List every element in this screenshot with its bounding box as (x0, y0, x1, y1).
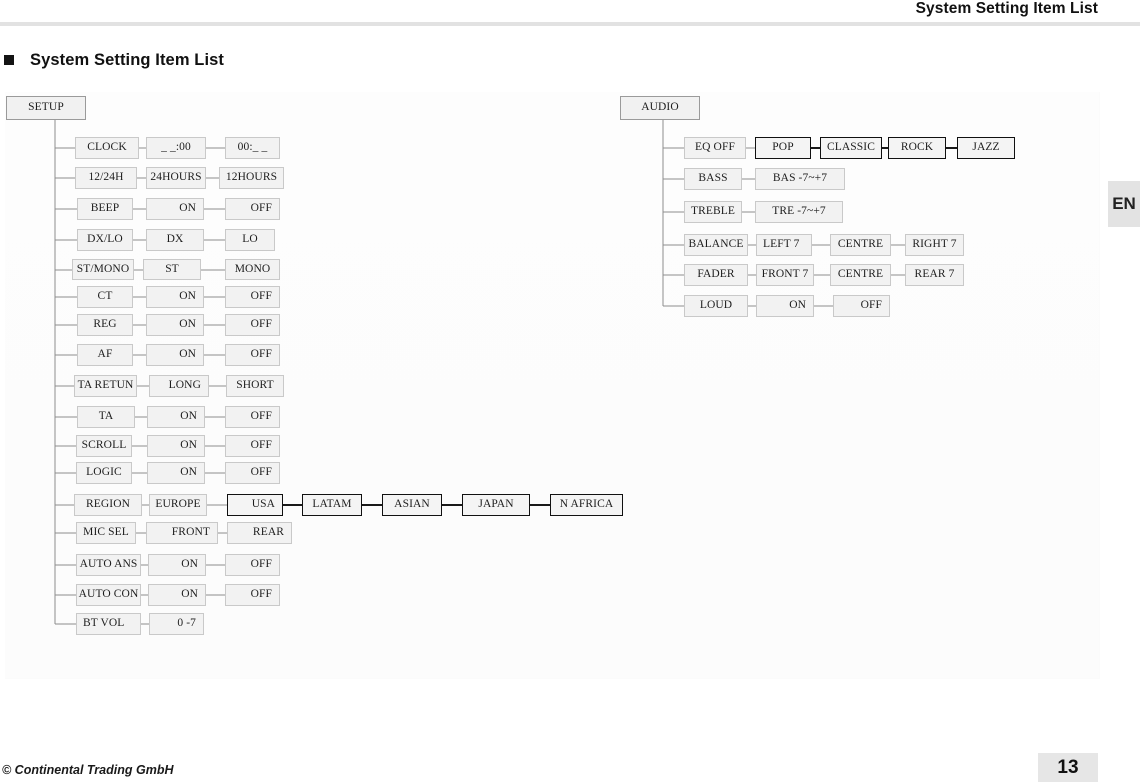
tree-node-japan[interactable]: JAPAN (462, 494, 530, 516)
tree-node-off[interactable]: OFF (225, 314, 280, 336)
tree-node-bas-7-7[interactable]: BAS -7~+7 (755, 168, 845, 190)
tree-node-dx[interactable]: DX (146, 229, 204, 251)
tree-node-centre[interactable]: CENTRE (830, 264, 891, 286)
tree-node-front-7[interactable]: FRONT 7 (756, 264, 814, 286)
tree-node-dx-lo[interactable]: DX/LO (77, 229, 133, 251)
header-divider (0, 22, 1140, 26)
tree-node-bt-vol[interactable]: BT VOL (76, 613, 141, 635)
tree-node-off[interactable]: OFF (833, 295, 890, 317)
page-header-title: System Setting Item List (915, 0, 1098, 17)
footer-copyright: © Continental Trading GmbH (2, 763, 174, 777)
tree-node-12-24h[interactable]: 12/24H (75, 167, 137, 189)
tree-node-front[interactable]: FRONT (146, 522, 218, 544)
tree-node-eq-off[interactable]: EQ OFF (684, 137, 746, 159)
tree-node-on[interactable]: ON (148, 584, 206, 606)
tree-node-short[interactable]: SHORT (226, 375, 284, 397)
tree-node-auto-ans[interactable]: AUTO ANS (76, 554, 141, 576)
tree-node-off[interactable]: OFF (225, 554, 280, 576)
tree-node-beep[interactable]: BEEP (77, 198, 133, 220)
tree-node-off[interactable]: OFF (225, 286, 280, 308)
square-bullet-icon (4, 55, 14, 65)
tree-node-off[interactable]: OFF (225, 435, 280, 457)
tree-node-centre[interactable]: CENTRE (830, 234, 891, 256)
tree-node-scroll[interactable]: SCROLL (76, 435, 132, 457)
tree-node-lo[interactable]: LO (225, 229, 275, 251)
tree-node-on[interactable]: ON (147, 462, 205, 484)
tree-node-00[interactable]: 00:_ _ (225, 137, 280, 159)
tree-node-classic[interactable]: CLASSIC (820, 137, 882, 159)
tree-node-on[interactable]: ON (756, 295, 814, 317)
tree-node-off[interactable]: OFF (225, 584, 280, 606)
tree-node-long[interactable]: LONG (149, 375, 209, 397)
tree-node-st[interactable]: ST (143, 259, 201, 280)
tree-node-bass[interactable]: BASS (684, 168, 742, 190)
tree-node-reg[interactable]: REG (77, 314, 133, 336)
tree-node-auto-con[interactable]: AUTO CON (76, 584, 141, 606)
tree-node-region[interactable]: REGION (74, 494, 142, 516)
tree-node-tre-7-7[interactable]: TRE -7~+7 (755, 201, 843, 223)
tree-node-off[interactable]: OFF (225, 198, 280, 220)
section-heading: System Setting Item List (0, 48, 224, 72)
tree-node-left-7[interactable]: LEFT 7 (756, 234, 812, 256)
tree-node-logic[interactable]: LOGIC (76, 462, 132, 484)
tree-node-rock[interactable]: ROCK (888, 137, 946, 159)
tree-node-balance[interactable]: BALANCE (684, 234, 748, 256)
section-title-text: System Setting Item List (30, 50, 225, 69)
tree-node-on[interactable]: ON (147, 435, 205, 457)
tree-node-europe[interactable]: EUROPE (149, 494, 207, 516)
tree-node-24hours[interactable]: 24HOURS (146, 167, 206, 189)
tree-node-af[interactable]: AF (77, 344, 133, 366)
footer-page-number: 13 (1038, 753, 1098, 782)
tree-node-on[interactable]: ON (147, 406, 205, 428)
tree-node-on[interactable]: ON (148, 554, 206, 576)
tree-node-on[interactable]: ON (146, 314, 204, 336)
tree-node-off[interactable]: OFF (225, 344, 280, 366)
tree-node-rear[interactable]: REAR (227, 522, 292, 544)
tree-node-latam[interactable]: LATAM (302, 494, 362, 516)
tree-node-ta-retun[interactable]: TA RETUN (74, 375, 137, 397)
tree-node-on[interactable]: ON (146, 286, 204, 308)
tree-node-off[interactable]: OFF (225, 462, 280, 484)
tree-node-off[interactable]: OFF (225, 406, 280, 428)
tree-node-on[interactable]: ON (146, 344, 204, 366)
tree-node-jazz[interactable]: JAZZ (957, 137, 1015, 159)
tree-node-fader[interactable]: FADER (684, 264, 748, 286)
tree-node-mic-sel[interactable]: MIC SEL (76, 522, 136, 544)
tree-node-00[interactable]: _ _:00 (146, 137, 206, 159)
tree-node-n-africa[interactable]: N AFRICA (550, 494, 623, 516)
tree-node-st-mono[interactable]: ST/MONO (72, 259, 134, 280)
tree-node-on[interactable]: ON (146, 198, 204, 220)
language-tab-en[interactable]: EN (1108, 181, 1140, 227)
tree-node-ct[interactable]: CT (77, 286, 133, 308)
tree-node-mono[interactable]: MONO (225, 259, 280, 280)
tree-node-right-7[interactable]: RIGHT 7 (905, 234, 964, 256)
tree-node-pop[interactable]: POP (755, 137, 811, 159)
tree-node-ta[interactable]: TA (77, 406, 135, 428)
tree-node-treble[interactable]: TREBLE (684, 201, 742, 223)
tree-node-rear-7[interactable]: REAR 7 (905, 264, 964, 286)
tree-node-audio[interactable]: AUDIO (620, 96, 700, 120)
tree-node-12hours[interactable]: 12HOURS (219, 167, 284, 189)
tree-node-usa[interactable]: USA (227, 494, 283, 516)
tree-node-loud[interactable]: LOUD (684, 295, 748, 317)
tree-node-asian[interactable]: ASIAN (382, 494, 442, 516)
tree-node-0-7[interactable]: 0 -7 (149, 613, 204, 635)
tree-node-setup[interactable]: SETUP (6, 96, 86, 120)
tree-node-clock[interactable]: CLOCK (75, 137, 139, 159)
